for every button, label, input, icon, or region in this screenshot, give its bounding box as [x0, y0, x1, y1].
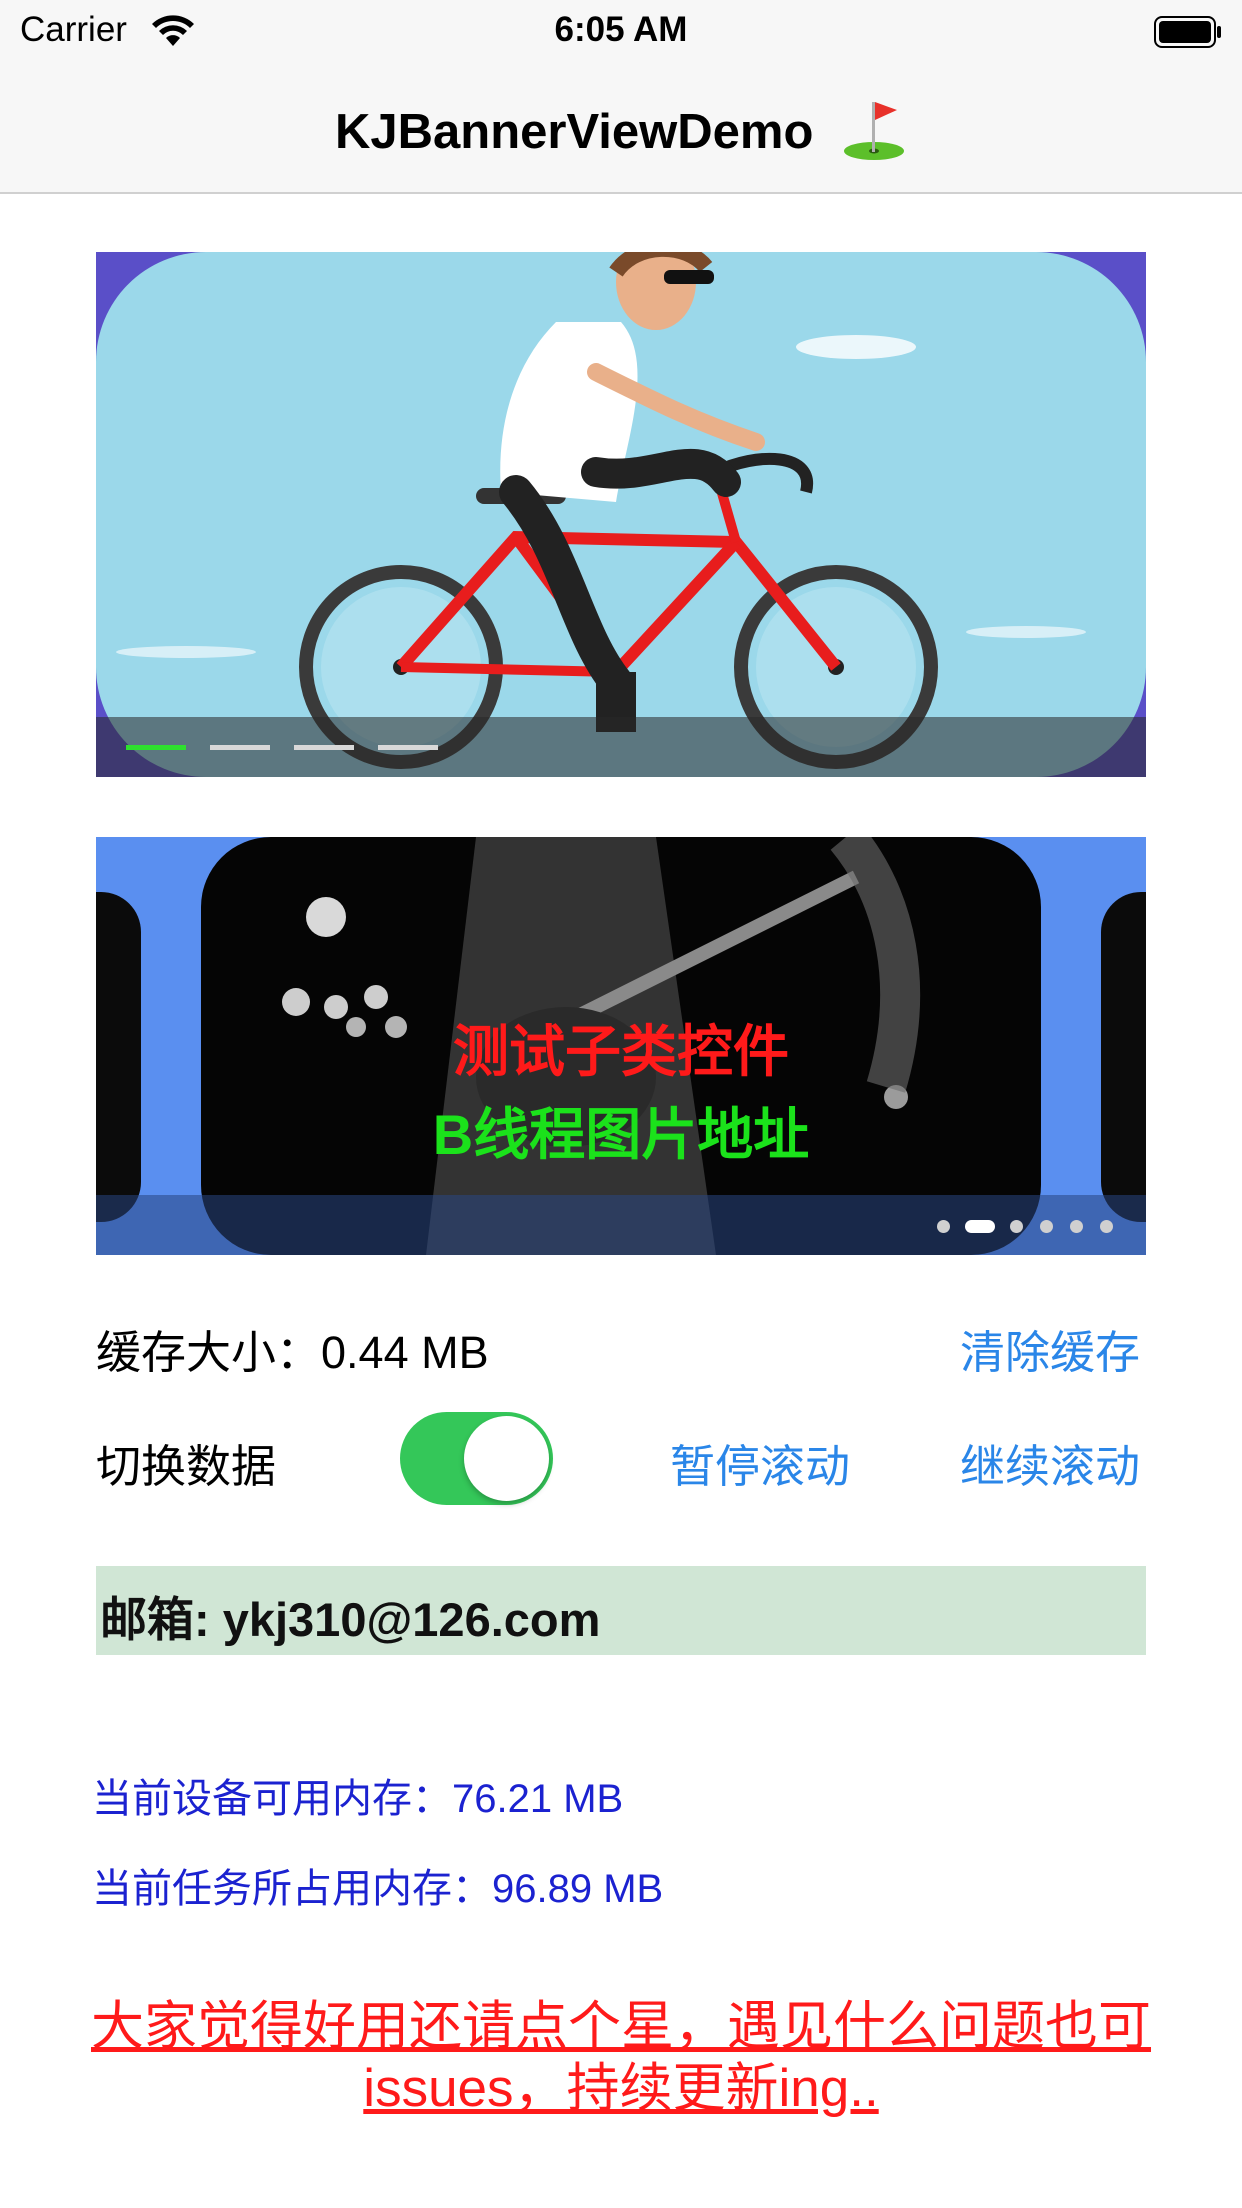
- switch-data-label: 切换数据: [96, 1441, 277, 1492]
- used-memory: 当前任务所占用内存：96.89 MB: [92, 1856, 663, 1914]
- status-bar: Carrier 6:05 AM: [0, 0, 1242, 60]
- clock: 6:05 AM: [554, 10, 688, 49]
- cache-size: 缓存大小：0.44 MB: [96, 1316, 489, 1381]
- page-indicator-dash[interactable]: [378, 745, 438, 750]
- available-memory-label: 当前设备可用内存：: [92, 1777, 452, 1821]
- banner-carousel-2[interactable]: 测试子类控件 B线程图片地址: [96, 837, 1146, 1255]
- pause-scroll-button[interactable]: 暂停滚动: [670, 1430, 850, 1495]
- page-indicator-dot[interactable]: [1040, 1220, 1053, 1233]
- page-indicator-dot[interactable]: [965, 1220, 995, 1233]
- navigation-bar: KJBannerViewDemo: [0, 60, 1242, 194]
- star-request-line-2: issues，持续更新ing..: [363, 2059, 879, 2118]
- page-indicator-dot[interactable]: [1010, 1220, 1023, 1233]
- available-memory: 当前设备可用内存：76.21 MB: [92, 1766, 623, 1824]
- cyclist-illustration: [96, 252, 1146, 777]
- page-indicator-dot[interactable]: [1070, 1220, 1083, 1233]
- switch-data-toggle[interactable]: [400, 1412, 553, 1505]
- banner-carousel-1[interactable]: [96, 252, 1146, 777]
- golf-flag-icon: [844, 102, 904, 160]
- email-text: 邮箱: ykj310@126.com: [100, 1593, 601, 1646]
- cache-size-value: 0.44 MB: [321, 1327, 489, 1378]
- banner-2-subtitle: B线程图片地址: [432, 1103, 810, 1166]
- available-memory-value: 76.21 MB: [452, 1777, 624, 1821]
- page-indicator-dash[interactable]: [210, 745, 270, 750]
- page-title-text: KJBannerViewDemo: [335, 104, 814, 159]
- battery-icon: [1154, 16, 1221, 48]
- email-banner: 邮箱: ykj310@126.com: [96, 1566, 1146, 1655]
- banner-1-page-indicator: [96, 717, 1146, 777]
- banner-2-title: 测试子类控件: [453, 1020, 789, 1083]
- page-title: KJBannerViewDemo: [0, 102, 1242, 168]
- star-request-link[interactable]: 大家觉得好用还请点个星，遇见什么问题也可 issues，持续更新ing..: [40, 1996, 1202, 2120]
- page-indicator-dot[interactable]: [937, 1220, 950, 1233]
- used-memory-value: 96.89 MB: [492, 1867, 664, 1911]
- clear-cache-button[interactable]: 清除缓存: [960, 1316, 1140, 1381]
- toggle-knob: [464, 1416, 549, 1501]
- page-indicator-dash[interactable]: [126, 745, 186, 750]
- star-request-line-1: 大家觉得好用还请点个星，遇见什么问题也可: [91, 1997, 1151, 2056]
- resume-scroll-button[interactable]: 继续滚动: [960, 1430, 1140, 1495]
- cache-size-label: 缓存大小：: [96, 1327, 322, 1378]
- page-indicator-dash[interactable]: [294, 745, 354, 750]
- page-indicator-dot[interactable]: [1100, 1220, 1113, 1233]
- banner-2-page-indicator: [96, 1195, 1146, 1255]
- used-memory-label: 当前任务所占用内存：: [92, 1867, 492, 1911]
